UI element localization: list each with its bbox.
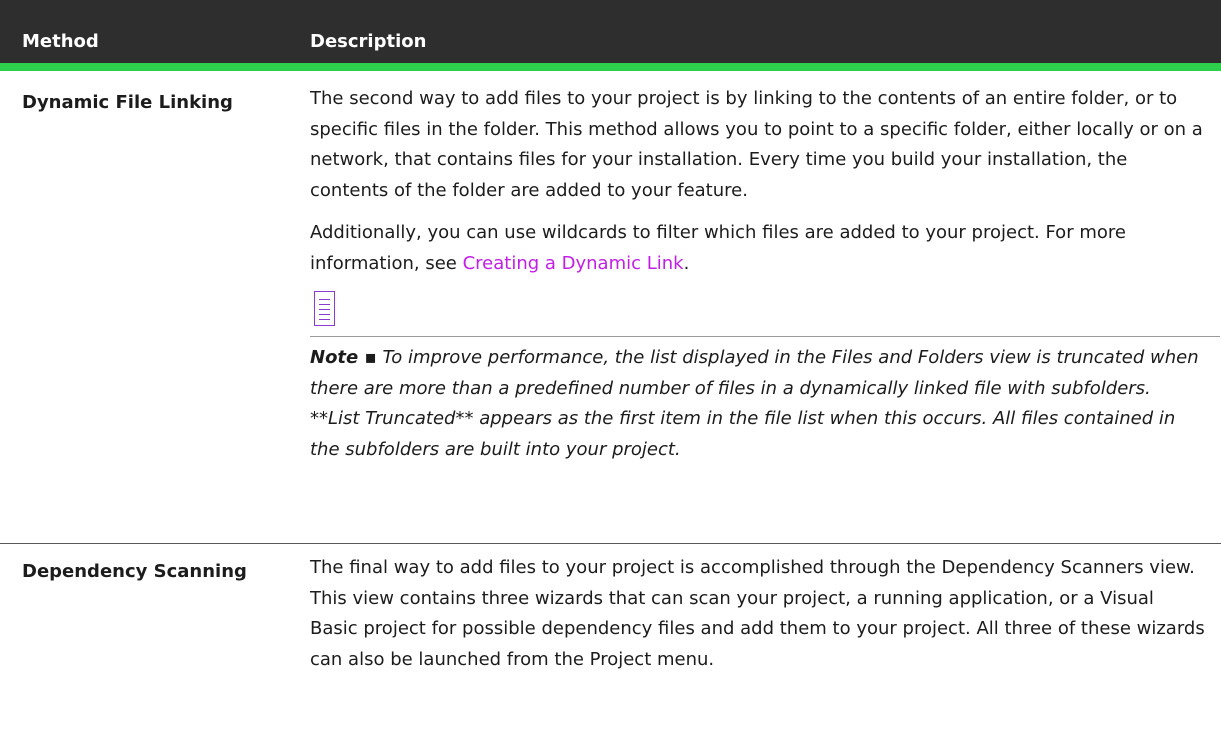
method-description: The final way to add files to your proje… bbox=[310, 553, 1205, 687]
table-row: Dependency Scanning The final way to add… bbox=[0, 544, 1221, 749]
column-header-method: Method bbox=[22, 31, 99, 52]
description-paragraph: Additionally, you can use wildcards to f… bbox=[310, 218, 1205, 279]
method-name: Dynamic File Linking bbox=[22, 92, 233, 113]
column-header-description: Description bbox=[310, 31, 427, 52]
note-icon-container bbox=[310, 291, 1205, 334]
note-divider bbox=[310, 336, 1220, 337]
note-text: To improve performance, the list display… bbox=[310, 347, 1199, 460]
method-name: Dependency Scanning bbox=[22, 561, 247, 582]
description-paragraph: The final way to add files to your proje… bbox=[310, 557, 1205, 670]
method-description: The second way to add files to your proj… bbox=[310, 84, 1220, 465]
methods-table: Method Description Dynamic File Linking … bbox=[0, 0, 1221, 749]
note-block: Note ▪ To improve performance, the list … bbox=[310, 343, 1205, 465]
note-icon bbox=[314, 291, 335, 326]
creating-dynamic-link-link[interactable]: Creating a Dynamic Link bbox=[463, 253, 684, 274]
note-label: Note ▪ bbox=[310, 347, 377, 368]
paragraph-text: Additionally, you can use wildcards to f… bbox=[310, 222, 1126, 274]
table-row: Dynamic File Linking The second way to a… bbox=[0, 71, 1221, 544]
table-header: Method Description bbox=[0, 0, 1221, 71]
description-paragraph: The second way to add files to your proj… bbox=[310, 88, 1203, 201]
paragraph-suffix: . bbox=[683, 252, 690, 274]
